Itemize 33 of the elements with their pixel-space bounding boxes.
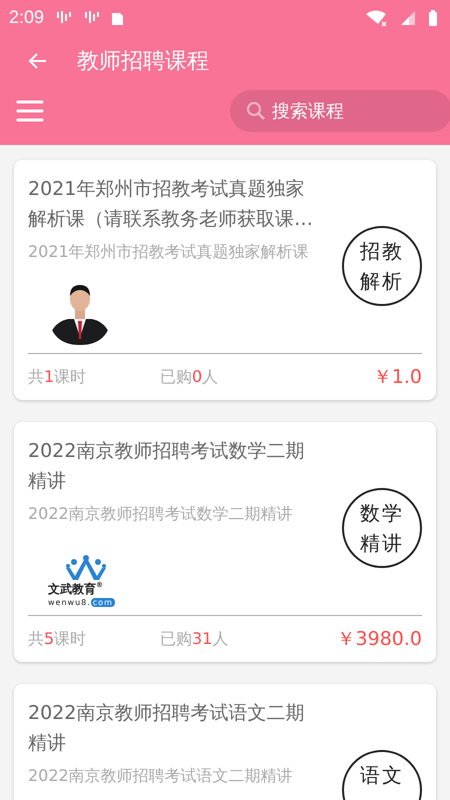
people-logo-icon	[64, 555, 108, 581]
buyer-count: 已购0人	[160, 366, 218, 388]
course-badge: 数学 精讲	[342, 488, 422, 568]
lesson-count: 共1课时	[28, 366, 88, 388]
search-field[interactable]: 搜索课程	[230, 90, 450, 132]
course-title: 2022南京教师招聘考试语文二期 精讲	[28, 701, 306, 756]
course-card[interactable]: 2022南京教师招聘考试语文二期 精讲 2022南京教师招聘考试语文二期精讲 语文	[14, 684, 436, 800]
status-time: 2:09	[9, 7, 44, 28]
logo-name: 文武教育	[48, 582, 96, 596]
course-badge: 语文	[342, 750, 422, 800]
page-title: 教师招聘课程	[77, 48, 209, 76]
sd-card-icon	[112, 10, 124, 24]
course-badge: 招教 解析	[342, 226, 422, 306]
battery-icon	[428, 8, 438, 26]
course-subtitle: 2022南京教师招聘考试数学二期精讲	[28, 504, 294, 525]
lesson-count: 共5课时	[28, 628, 88, 650]
course-price: ￥3980.0	[336, 627, 422, 652]
logo-domain: wenwu8.	[48, 598, 91, 607]
course-price: ￥1.0	[372, 365, 422, 390]
domain-tag: com	[90, 598, 115, 607]
signal-icon	[400, 10, 416, 26]
search-icon	[246, 101, 266, 121]
course-card[interactable]: 2021年郑州市招教考试真题独家 解析课（请联系教务老师获取课… 2021年郑州市招教考试真题独家解析课 招教 解析 共1课时 已购0人 ￥1.0	[14, 160, 436, 400]
course-subtitle: 2022南京教师招聘考试语文二期精讲	[28, 766, 294, 787]
course-title: 2022南京教师招聘考试数学二期 精讲	[28, 439, 306, 494]
course-title: 2021年郑州市招教考试真题独家 解析课（请联系教务老师获取课…	[28, 177, 314, 232]
wifi-icon	[366, 8, 388, 26]
waveform-icon	[84, 10, 100, 24]
waveform-icon	[56, 10, 72, 24]
course-subtitle: 2021年郑州市招教考试真题独家解析课	[28, 242, 310, 263]
buyer-count: 已购31人	[160, 628, 228, 650]
menu-icon[interactable]	[16, 99, 44, 123]
search-input[interactable]: 搜索课程	[270, 100, 424, 122]
